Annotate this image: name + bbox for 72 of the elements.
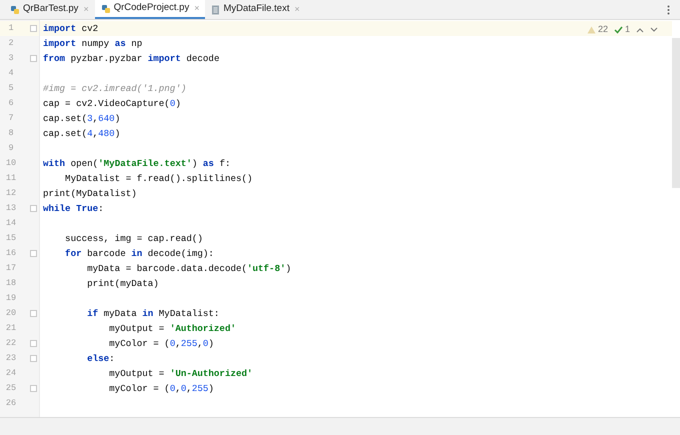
code-line: cap.set(4,480) — [43, 126, 120, 140]
line-number: 4 — [7, 67, 15, 80]
editor-tab[interactable]: QrCodeProject.py × — [94, 0, 206, 19]
fold-marker-icon[interactable] — [30, 250, 37, 257]
tab-label: QrCodeProject.py — [114, 1, 190, 16]
fold-marker-icon[interactable] — [30, 55, 37, 62]
line-number: 2 — [7, 37, 15, 50]
code-line: import cv2 — [43, 22, 98, 36]
code-line: if myData in MyDatalist: — [86, 306, 220, 320]
line-number: 5 — [7, 82, 15, 95]
python-file-icon — [10, 4, 20, 14]
line-number: 3 — [7, 52, 15, 65]
python-file-icon — [100, 4, 111, 14]
code-line: cap.set(3,640) — [43, 112, 120, 126]
line-number: 10 — [4, 157, 18, 170]
fold-marker-icon[interactable] — [30, 25, 37, 32]
line-number: 6 — [7, 97, 15, 110]
line-number: 16 — [4, 247, 18, 260]
fold-marker-icon[interactable] — [30, 205, 37, 212]
code-line: myData = barcode.data.decode('utf-8') — [86, 262, 292, 276]
code-line: #img = cv2.imread('1.png') — [43, 82, 186, 96]
line-number: 11 — [4, 172, 18, 185]
line-number: 7 — [7, 112, 15, 125]
editor-tab[interactable]: QrBarTest.py × — [4, 0, 95, 19]
line-number: 25 — [4, 382, 18, 395]
code-line: print(myData) — [86, 276, 159, 290]
code-line: myOutput = 'Authorized' — [108, 322, 236, 336]
tab-label: QrBarTest.py — [23, 2, 78, 16]
code-line: myOutput = 'Un-Authorized' — [108, 366, 253, 380]
scrollbar[interactable] — [672, 38, 680, 188]
line-number: 15 — [4, 232, 18, 245]
line-number: 1 — [7, 22, 15, 35]
check-count: 1 — [624, 23, 630, 36]
code-line: cap = cv2.VideoCapture(0) — [43, 96, 181, 110]
code-line: for barcode in decode(img): — [64, 246, 214, 260]
code-line: while True: — [43, 202, 104, 216]
code-line: with open('MyDataFile.text') as f: — [43, 156, 230, 170]
code-line: myColor = (0,255,0) — [108, 336, 214, 350]
line-number: 14 — [4, 217, 18, 230]
line-number: 22 — [4, 337, 18, 350]
line-number: 19 — [4, 292, 18, 305]
line-number: 8 — [7, 127, 15, 140]
line-number: 20 — [4, 307, 18, 320]
code-line: print(MyDatalist) — [43, 186, 137, 200]
code-line: from pyzbar.pyzbar import decode — [43, 52, 220, 66]
chevron-down-icon[interactable] — [650, 26, 658, 33]
code-line: myColor = (0,0,255) — [108, 382, 214, 396]
more-options-icon[interactable] — [667, 4, 670, 14]
text-file-icon — [211, 4, 220, 14]
tab-label: MyDataFile.text — [223, 2, 290, 16]
code-line: MyDatalist = f.read().splitlines() — [64, 172, 253, 186]
warning-icon[interactable] — [586, 26, 596, 34]
code-line: success, img = cap.read() — [64, 232, 203, 246]
line-number: 13 — [4, 202, 18, 215]
fold-marker-icon[interactable] — [30, 385, 37, 392]
check-icon[interactable] — [614, 26, 623, 34]
editor-tab[interactable]: MyDataFile.text × — [205, 0, 306, 19]
line-number: 17 — [4, 262, 18, 275]
line-number: 26 — [4, 397, 18, 410]
line-number: 12 — [4, 187, 18, 200]
code-line: import numpy as np — [43, 36, 142, 50]
line-number: 18 — [4, 277, 18, 290]
fold-marker-icon[interactable] — [30, 340, 37, 347]
line-number: 21 — [4, 322, 18, 335]
fold-marker-icon[interactable] — [30, 355, 37, 362]
warning-count: 22 — [598, 23, 608, 36]
line-number: 9 — [7, 142, 15, 155]
chevron-up-icon[interactable] — [636, 26, 644, 33]
line-number: 24 — [4, 367, 18, 380]
line-number: 23 — [4, 352, 18, 365]
fold-marker-icon[interactable] — [30, 310, 37, 317]
code-line: else: — [86, 352, 115, 366]
